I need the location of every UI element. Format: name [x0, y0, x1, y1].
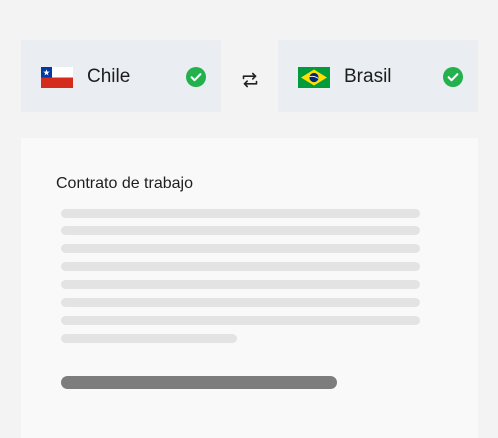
placeholder-text-line — [61, 316, 420, 325]
brazil-flag-icon — [298, 67, 330, 88]
placeholder-text-line — [61, 226, 420, 235]
check-circle-icon — [443, 67, 463, 87]
swap-arrows-icon — [240, 70, 260, 90]
placeholder-text-line — [61, 280, 420, 289]
document-preview-card: Contrato de trabajo — [21, 138, 478, 438]
swap-languages-button[interactable] — [240, 70, 260, 90]
placeholder-text-line — [61, 262, 420, 271]
document-title: Contrato de trabajo — [56, 175, 193, 192]
action-bar-placeholder — [61, 376, 337, 389]
source-country-name: Chile — [87, 66, 131, 87]
placeholder-text-line — [61, 244, 420, 253]
placeholder-text-line — [61, 298, 420, 307]
placeholder-text-line — [61, 209, 420, 218]
chile-flag-icon — [41, 67, 73, 88]
check-circle-icon — [186, 67, 206, 87]
target-country-card[interactable]: Brasil — [278, 40, 478, 112]
placeholder-text-line — [61, 334, 237, 343]
source-country-card[interactable]: Chile — [21, 40, 221, 112]
target-country-name: Brasil — [344, 66, 392, 87]
